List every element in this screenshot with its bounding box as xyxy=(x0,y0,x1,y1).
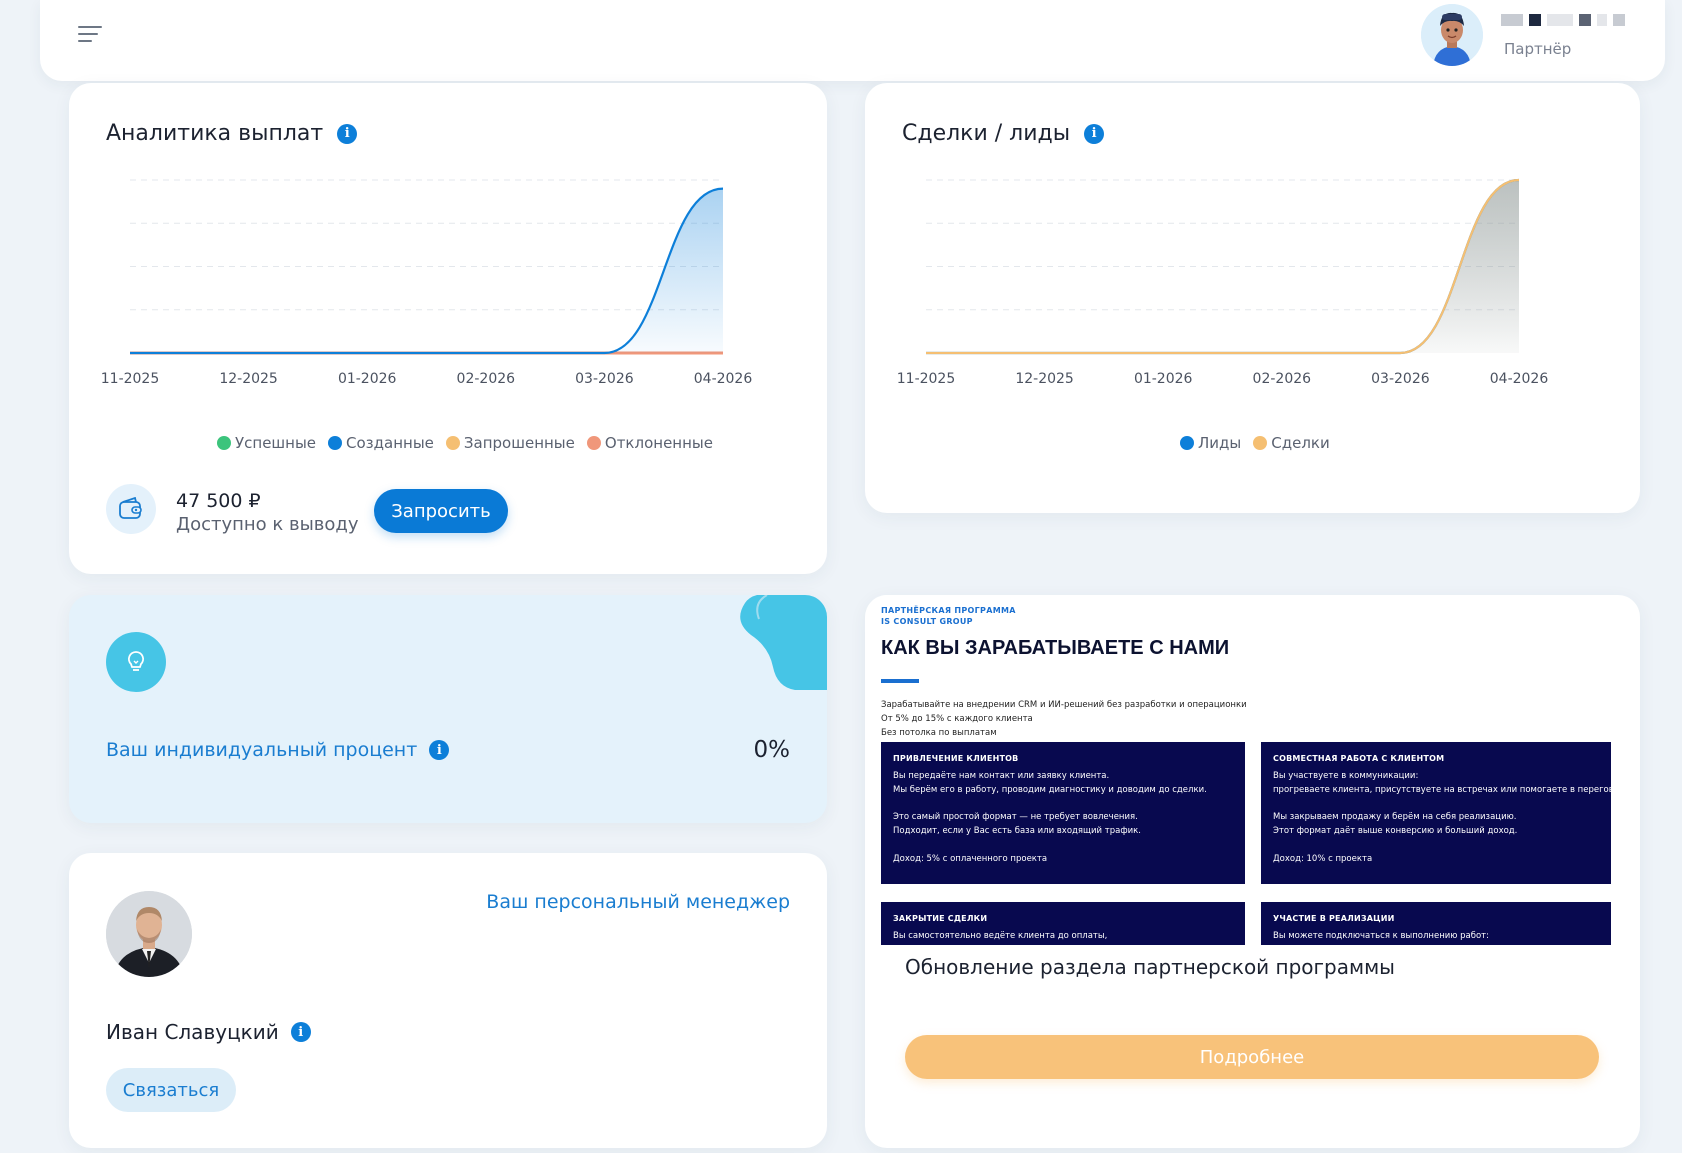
promo-box-spacer xyxy=(1273,839,1611,853)
x-tick-label: 11-2025 xyxy=(897,371,956,387)
personal-manager-card: Ваш персональный менеджер Иван Славуцкий… xyxy=(69,853,827,1148)
partner-program-card: ПАРТНЁРСКАЯ ПРОГРАММА IS CONSULT GROUP К… xyxy=(865,595,1640,1148)
x-tick-label: 01-2026 xyxy=(1134,371,1193,387)
wallet-icon xyxy=(106,484,156,534)
promo-box-spacer xyxy=(1273,797,1611,811)
promo-kicker-line: ПАРТНЁРСКАЯ ПРОГРАММА xyxy=(881,606,1016,615)
request-payout-button[interactable]: Запросить xyxy=(374,489,508,533)
promo-title: Обновление раздела партнерской программы xyxy=(905,955,1395,979)
more-button[interactable]: Подробнее xyxy=(905,1035,1599,1079)
promo-box-line: Мы закрываем продажу и берём на себя реа… xyxy=(1273,812,1517,823)
x-tick-label: 04-2026 xyxy=(1490,371,1549,387)
top-bar: Партнёр xyxy=(40,0,1665,81)
promo-box-title: УЧАСТИЕ В РЕАЛИЗАЦИИ xyxy=(1273,914,1395,923)
promo-box-joint-work: СОВМЕСТНАЯ РАБОТА С КЛИЕНТОМ Вы участвуе… xyxy=(1261,742,1611,884)
promo-intro-line: Зарабатывайте на внедрении CRM и ИИ-реше… xyxy=(881,700,1247,710)
promo-intro: Зарабатывайте на внедрении CRM и ИИ-реше… xyxy=(881,698,1247,740)
x-tick-label: 11-2025 xyxy=(101,371,160,387)
promo-box-line: Вы можете подключаться к выполнению рабо… xyxy=(1273,930,1489,941)
deals-legend: Лиды Сделки xyxy=(1180,434,1330,452)
promo-intro-line: Без потолка по выплатам xyxy=(881,728,997,738)
promo-box-line: Этот формат даёт выше конверсию и больши… xyxy=(1273,825,1518,836)
legend-item[interactable]: Сделки xyxy=(1253,434,1330,452)
promo-box-line: Мы берём его в работу, проводим диагност… xyxy=(893,784,1207,795)
promo-box-line: Вы участвуете в коммуникации: xyxy=(1273,770,1419,781)
promo-box-line: Доход: 5% с оплаченного проекта xyxy=(893,853,1048,864)
info-icon[interactable]: i xyxy=(290,1022,311,1042)
promo-box-closing: ЗАКРЫТИЕ СДЕЛКИ Вы самостоятельно ведёте… xyxy=(881,902,1245,945)
x-tick-label: 02-2026 xyxy=(457,371,516,387)
x-tick-label: 02-2026 xyxy=(1253,371,1312,387)
individual-percent-value: 0% xyxy=(753,737,791,763)
legend-label: Успешные xyxy=(235,434,317,452)
promo-box-spacer xyxy=(893,839,1233,853)
manager-photo xyxy=(106,891,192,977)
legend-item[interactable]: Отклоненные xyxy=(586,434,713,452)
x-tick-label: 03-2026 xyxy=(575,371,634,387)
partner-program-banner[interactable]: ПАРТНЁРСКАЯ ПРОГРАММА IS CONSULT GROUP К… xyxy=(881,595,1611,945)
promo-intro-line: От 5% до 15% с каждого клиента xyxy=(881,714,1033,724)
legend-dot xyxy=(328,436,343,450)
legend-dot xyxy=(1180,436,1194,450)
promo-box-spacer xyxy=(893,797,1233,811)
series-area xyxy=(130,188,723,353)
legend-label: Сделки xyxy=(1271,434,1330,452)
promo-box-title: ЗАКРЫТИЕ СДЕЛКИ xyxy=(893,914,988,923)
x-tick-label: 12-2025 xyxy=(1015,371,1074,387)
manager-name: Иван Славуцкий i xyxy=(106,1020,311,1044)
promo-box-line: Доход: 10% с проекта xyxy=(1273,853,1373,864)
legend-item[interactable]: Лиды xyxy=(1180,434,1241,452)
legend-label: Запрошенные xyxy=(463,434,575,452)
legend-item[interactable]: Успешные xyxy=(217,434,316,452)
individual-percent-card: Ваш индивидуальный процент i 0% xyxy=(69,595,827,823)
promo-kicker-line: IS CONSULT GROUP xyxy=(881,617,973,626)
avatar[interactable] xyxy=(1421,4,1483,66)
legend-dot xyxy=(1253,436,1268,450)
manager-name-text: Иван Славуцкий xyxy=(106,1020,279,1044)
balance-amount: 47 500 ₽ xyxy=(176,490,261,512)
promo-underline xyxy=(881,679,919,683)
payout-chart: 11-2025 12-2025 01-2026 02-2026 03-2026 04-20… xyxy=(101,179,753,387)
individual-percent-text: Ваш индивидуальный процент xyxy=(106,739,418,761)
promo-box-title: СОВМЕСТНАЯ РАБОТА С КЛИЕНТОМ xyxy=(1273,754,1445,763)
payout-analytics-card: Аналитика выплат i 11-2025 12-2025 01-2026… xyxy=(69,83,827,574)
menu-icon[interactable] xyxy=(78,26,104,46)
promo-kicker: ПАРТНЁРСКАЯ ПРОГРАММА IS CONSULT GROUP xyxy=(881,605,1016,627)
legend-dot xyxy=(586,436,601,450)
user-name-redacted xyxy=(1501,12,1625,28)
deals-chart: 11-2025 12-2025 01-2026 02-2026 03-2026 04-20… xyxy=(897,178,1549,387)
info-icon[interactable]: i xyxy=(429,740,450,760)
x-tick-label: 03-2026 xyxy=(1371,371,1430,387)
legend-label: Отклоненные xyxy=(604,434,713,452)
payout-legend: Успешные Созданные Запрошенные Отклоненные xyxy=(217,434,713,452)
x-tick-label: 04-2026 xyxy=(694,371,753,387)
promo-box-line: Вы передаёте нам контакт или заявку клие… xyxy=(893,770,1110,781)
personal-manager-link[interactable]: Ваш персональный менеджер xyxy=(486,891,790,913)
x-tick-label: 12-2025 xyxy=(219,371,278,387)
legend-dot xyxy=(445,436,460,450)
promo-box-line: прогреваете клиента, присутствуете на вс… xyxy=(1273,784,1611,795)
legend-dot xyxy=(217,436,231,450)
user-role: Партнёр xyxy=(1504,40,1572,58)
decorative-blob xyxy=(740,595,827,690)
promo-box-line: Подходит, если у Вас есть база или входя… xyxy=(893,825,1141,836)
promo-box-line: Это самый простой формат — не требует во… xyxy=(893,812,1138,823)
deals-leads-card: Сделки / лиды i 11-2025 12-2025 01-2026 02-… xyxy=(865,83,1640,513)
promo-box-attraction: ПРИВЛЕЧЕНИЕ КЛИЕНТОВ Вы передаёте нам ко… xyxy=(881,742,1245,884)
balance-caption: Доступно к выводу xyxy=(176,514,359,535)
promo-box-title: ПРИВЛЕЧЕНИЕ КЛИЕНТОВ xyxy=(893,754,1019,763)
contact-button[interactable]: Связаться xyxy=(106,1068,236,1112)
legend-label: Созданные xyxy=(346,434,434,452)
promo-box-implementation: УЧАСТИЕ В РЕАЛИЗАЦИИ Вы можете подключат… xyxy=(1261,902,1611,945)
series-line[interactable] xyxy=(130,187,724,355)
individual-percent-label: Ваш индивидуальный процент i xyxy=(106,739,450,761)
legend-label: Лиды xyxy=(1198,434,1242,452)
legend-item[interactable]: Созданные xyxy=(328,434,434,452)
promo-heading: КАК ВЫ ЗАРАБАТЫВАЕТЕ С НАМИ xyxy=(881,637,1230,659)
promo-box-line: Вы самостоятельно ведёте клиента до опла… xyxy=(893,930,1108,941)
x-tick-label: 01-2026 xyxy=(338,371,397,387)
lightbulb-icon xyxy=(106,632,166,692)
legend-item[interactable]: Запрошенные xyxy=(445,434,575,452)
